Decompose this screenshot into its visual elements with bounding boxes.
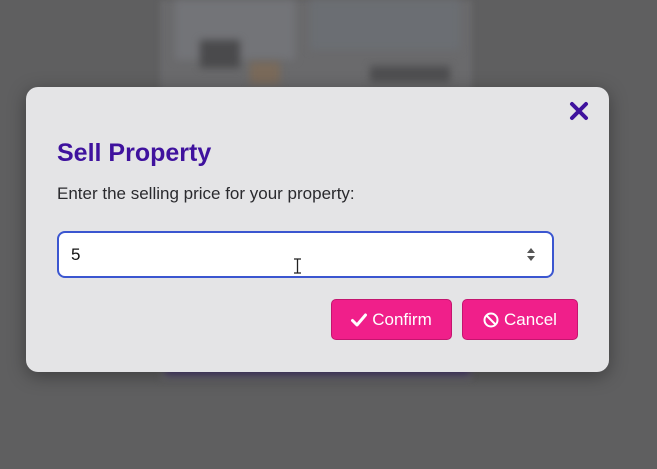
number-spinner[interactable]	[524, 248, 538, 261]
spin-down-icon[interactable]	[527, 256, 535, 261]
modal-title: Sell Property	[57, 139, 212, 167]
close-icon	[570, 102, 588, 120]
background-blur-block	[310, 0, 460, 50]
sell-property-modal: Sell Property Enter the selling price fo…	[26, 87, 609, 372]
text-cursor-icon	[294, 258, 301, 274]
price-input[interactable]	[59, 233, 524, 276]
cancel-button[interactable]: Cancel	[462, 299, 578, 340]
background-blur-block	[250, 62, 280, 84]
check-icon	[351, 313, 368, 326]
confirm-button[interactable]: Confirm	[331, 299, 452, 340]
background-blur-block	[370, 66, 450, 82]
confirm-label: Confirm	[372, 309, 432, 329]
ban-icon	[483, 312, 499, 327]
cancel-label: Cancel	[504, 309, 557, 329]
price-input-container	[57, 231, 554, 278]
spin-up-icon[interactable]	[527, 248, 535, 253]
close-button[interactable]	[567, 99, 591, 123]
modal-prompt: Enter the selling price for your propert…	[57, 184, 355, 203]
background-blur-block	[200, 40, 240, 68]
